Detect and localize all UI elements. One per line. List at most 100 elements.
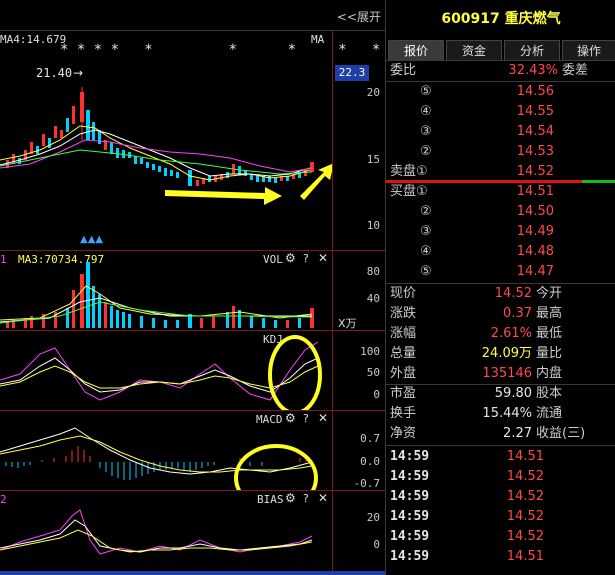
- kdj-axis-0: 0: [373, 388, 380, 401]
- kdj-chart: [0, 335, 322, 410]
- bid-row-3[interactable]: ③ 14.49: [386, 222, 615, 242]
- tick-row: 14:59 14.52: [386, 527, 615, 547]
- tick-price: 14.51: [506, 449, 544, 464]
- order-diff-label: 委差: [562, 63, 589, 78]
- stock-title: 600917 重庆燃气: [386, 8, 615, 28]
- ask-level: ④: [420, 104, 432, 119]
- ask-price: 14.56: [516, 84, 554, 99]
- order-ratio-row: 委比 32.43% 委差: [386, 61, 615, 81]
- quote-value: 135146: [482, 366, 532, 381]
- price-axis-15: 15: [366, 153, 380, 166]
- volume-axis-40: 40: [366, 292, 380, 305]
- ask-row-4[interactable]: ④ 14.55: [386, 102, 615, 122]
- quote-row-change: 涨跌 0.37 最高: [386, 304, 615, 324]
- quote-label: 涨跌: [390, 306, 417, 321]
- tick-row: 14:59 14.51: [386, 447, 615, 467]
- tick-price: 14.52: [506, 489, 544, 504]
- tick-time: 14:59: [390, 489, 430, 504]
- macd-axis-neg: -0.7: [353, 477, 381, 490]
- quote-row-volume: 总量 24.09万 量比: [386, 344, 615, 364]
- stock-name: 重庆燃气: [504, 11, 561, 27]
- volume-axis-80: 80: [366, 265, 380, 278]
- annotation-arrow-2: [300, 163, 332, 200]
- kdj-axis-100: 100: [360, 345, 380, 358]
- tick-time: 14:59: [390, 549, 430, 564]
- chart-area[interactable]: <<展开 MA4:14.679 MA * * * * * * * * * * *…: [0, 0, 439, 575]
- macd-dif-line: [0, 427, 313, 475]
- candlestick-chart: ▲▲▲: [0, 87, 332, 245]
- stock-code: 600917: [441, 11, 500, 27]
- quote-tag: 收益(三): [536, 426, 586, 441]
- quote-row-turnover: 换手 15.44% 流通: [386, 404, 615, 424]
- tick-price: 14.52: [506, 469, 544, 484]
- bid-level: 买盘①: [390, 184, 428, 199]
- bottom-date-bar: [0, 571, 385, 575]
- order-ratio-value: 32.43%: [508, 63, 558, 78]
- tick-row: 14:59 14.52: [386, 507, 615, 527]
- tick-price: 14.52: [506, 509, 544, 524]
- volume-bars: [6, 262, 314, 328]
- quote-row-pe: 市盈 59.80 股本: [386, 384, 615, 404]
- bias-chart: [0, 509, 313, 555]
- tick-price: 14.52: [506, 529, 544, 544]
- tab-funds[interactable]: 资金: [446, 40, 502, 60]
- quote-row-price: 现价 14.52 今开: [386, 284, 615, 304]
- tick-price: 14.51: [506, 549, 544, 564]
- volume-unit: X万: [338, 317, 357, 330]
- order-ratio-label: 委比: [390, 63, 417, 78]
- bid-row-4[interactable]: ④ 14.48: [386, 242, 615, 262]
- bid-level: ⑤: [420, 264, 432, 279]
- kdj-axis-50: 50: [366, 366, 380, 379]
- quote-value: 2.61%: [490, 326, 532, 341]
- quote-tag: 流通: [536, 406, 563, 421]
- volume-ma-white: [0, 297, 312, 323]
- marker-icon: ▲▲▲: [80, 234, 103, 245]
- tab-quote[interactable]: 报价: [388, 40, 444, 60]
- ask-level: ③: [420, 124, 432, 139]
- ask-row-5[interactable]: ⑤ 14.56: [386, 82, 615, 102]
- quote-value: 2.27: [503, 426, 532, 441]
- quote-label: 净资: [390, 426, 417, 441]
- tick-row: 14:59 14.52: [386, 467, 615, 487]
- ask-row-1[interactable]: 卖盘① 14.52: [386, 162, 615, 182]
- bid-price: 14.48: [516, 244, 554, 259]
- quote-label: 换手: [390, 406, 417, 421]
- bid-level: ④: [420, 244, 432, 259]
- ask-level: ②: [420, 144, 432, 159]
- quote-value: 14.52: [494, 286, 532, 301]
- tick-row: 14:59 14.52: [386, 487, 615, 507]
- quote-value: 59.80: [494, 386, 532, 401]
- tab-operate[interactable]: 操作: [562, 40, 615, 60]
- bid-price: 14.49: [516, 224, 554, 239]
- ask-level: 卖盘①: [390, 164, 428, 179]
- macd-axis-zero: 0.0: [360, 455, 380, 468]
- bid-level: ②: [420, 204, 432, 219]
- ma-line-green: [0, 149, 313, 175]
- bid-row-1[interactable]: 买盘① 14.51: [386, 182, 615, 202]
- bias-axis-0: 0: [373, 538, 380, 551]
- expand-button[interactable]: <<展开: [337, 8, 381, 25]
- bid-row-5[interactable]: ⑤ 14.47: [386, 262, 615, 282]
- tab-analysis[interactable]: 分析: [504, 40, 560, 60]
- ask-row-3[interactable]: ③ 14.54: [386, 122, 615, 142]
- quote-tag: 今开: [536, 286, 563, 301]
- candles: [6, 87, 314, 186]
- bid-row-2[interactable]: ② 14.50: [386, 202, 615, 222]
- ask-row-2[interactable]: ② 14.53: [386, 142, 615, 162]
- volume-ma-yellow: [0, 285, 313, 321]
- quote-label: 总量: [390, 346, 417, 361]
- quote-value: 0.37: [503, 306, 532, 321]
- quote-row-pct: 涨幅 2.61% 最低: [386, 324, 615, 344]
- tick-time: 14:59: [390, 469, 430, 484]
- tick-row: 14:59 14.51: [386, 547, 615, 567]
- quote-value: 15.44%: [482, 406, 532, 421]
- quote-row-nav: 净资 2.27 收益(三): [386, 424, 615, 444]
- quote-panel: 600917 重庆燃气 报价 资金 分析 操作 委比 32.43% 委差 ⑤ 1…: [385, 0, 615, 575]
- quote-label: 外盘: [390, 366, 417, 381]
- bid-price: 14.47: [516, 264, 554, 279]
- quote-row-outer: 外盘 135146 内盘: [386, 364, 615, 384]
- price-axis-10: 10: [366, 219, 380, 232]
- price-axis-20: 20: [366, 86, 380, 99]
- bid-level: ③: [420, 224, 432, 239]
- ask-price: 14.55: [516, 104, 554, 119]
